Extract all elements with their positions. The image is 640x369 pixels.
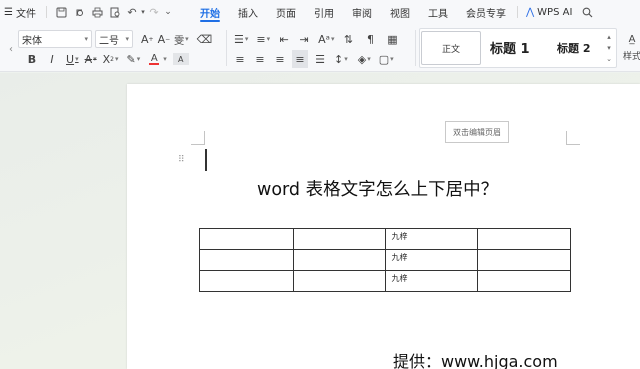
- wps-ai-button[interactable]: ⋀ WPS AI: [520, 7, 578, 18]
- increase-indent-icon[interactable]: ⇥: [296, 30, 312, 48]
- tab-view[interactable]: 视图: [381, 0, 419, 24]
- divider: [45, 6, 47, 18]
- text-cursor: [205, 149, 207, 171]
- print-preview-icon[interactable]: [107, 0, 125, 24]
- divider: [516, 6, 518, 18]
- grow-font-icon[interactable]: A +: [139, 30, 156, 48]
- shading-icon[interactable]: ◈ ▾: [356, 50, 373, 68]
- distributed-icon[interactable]: ☰: [312, 50, 328, 68]
- margin-mark: [566, 131, 580, 145]
- redo-icon[interactable]: ↷: [147, 0, 161, 24]
- table-row: 九梓: [199, 249, 571, 271]
- font-size-value: 二号: [99, 35, 119, 47]
- print-icon[interactable]: [89, 0, 107, 24]
- bold-icon[interactable]: B: [24, 50, 40, 68]
- decrease-indent-icon[interactable]: ⇤: [276, 30, 292, 48]
- table-cell[interactable]: [292, 249, 387, 271]
- tab-member[interactable]: 会员专享: [457, 0, 515, 24]
- font-name-value: 宋体: [22, 35, 42, 47]
- export-icon[interactable]: [71, 0, 89, 24]
- styles-scroll[interactable]: ▴ ▾ ⌄: [604, 32, 614, 65]
- table-cell[interactable]: [477, 228, 571, 250]
- align-right-icon[interactable]: ≡: [272, 50, 288, 68]
- text-direction-icon[interactable]: Aᵃ ▾: [316, 30, 336, 48]
- style-set-label: 样式: [622, 52, 640, 62]
- style-set-button[interactable]: A̲ 样式: [620, 34, 640, 62]
- align-left-icon[interactable]: ≡: [232, 50, 248, 68]
- file-menu[interactable]: ☰ 文件: [0, 0, 40, 24]
- style-heading-2[interactable]: 标题 2: [557, 40, 590, 56]
- table-cell[interactable]: [199, 270, 294, 292]
- table-cell[interactable]: [477, 249, 571, 271]
- document-page[interactable]: [127, 84, 640, 369]
- chevron-down-icon: ▾: [84, 35, 88, 43]
- chevron-down-icon: ▾: [125, 35, 129, 43]
- superscript-icon[interactable]: X 2 ▾: [101, 50, 121, 68]
- phonetic-guide-icon[interactable]: 雯 ▾: [172, 30, 191, 48]
- table-cell[interactable]: [292, 228, 387, 250]
- table-row: 九梓: [199, 228, 571, 250]
- style-set-icon: A̲: [628, 34, 636, 45]
- justify-icon[interactable]: ≡: [292, 50, 308, 68]
- file-menu-label: 文件: [15, 8, 36, 20]
- ai-icon: ⋀: [525, 6, 535, 18]
- tab-references[interactable]: 引用: [305, 0, 343, 24]
- chevron-up-icon[interactable]: ▴: [607, 32, 611, 43]
- table-cell[interactable]: 九梓: [385, 270, 479, 292]
- font-name-select[interactable]: 宋体 ▾: [18, 30, 92, 48]
- undo-icon[interactable]: ↶: [125, 0, 139, 24]
- strikethrough-icon[interactable]: A ▾: [83, 50, 99, 68]
- tab-insert[interactable]: 插入: [229, 0, 267, 24]
- italic-icon[interactable]: I: [44, 50, 60, 68]
- hamburger-icon: ☰: [4, 6, 13, 18]
- ribbon-toolbar: ‹ 宋体 ▾ 二号 ▾ A + A − 雯 ▾ ⌫ B I U ▾ A ▾ X 2 ▾ ✎ ▾ …: [0, 24, 640, 72]
- font-color-icon[interactable]: A: [146, 50, 162, 68]
- divider: [415, 30, 416, 66]
- underline-icon[interactable]: U ▾: [64, 50, 81, 68]
- line-spacing-icon[interactable]: ↕ ▾: [332, 50, 350, 68]
- bullet-list-icon[interactable]: ☰ ▾: [232, 30, 250, 48]
- divider: [226, 30, 227, 66]
- table-cell[interactable]: [199, 228, 294, 250]
- source-watermark: 提供：www.hjga.com: [393, 352, 558, 369]
- more-icon[interactable]: ⌄: [606, 54, 612, 65]
- table-grid-icon[interactable]: ▦: [384, 30, 400, 48]
- edit-header-hint[interactable]: 双击编辑页眉: [445, 121, 509, 143]
- chevron-left-icon[interactable]: ‹: [9, 44, 13, 55]
- table-cell[interactable]: [199, 249, 294, 271]
- margin-mark: [191, 131, 205, 145]
- drag-handle-icon[interactable]: ⠿: [178, 155, 185, 165]
- borders-icon[interactable]: ▢ ▾: [377, 50, 396, 68]
- numbered-list-icon[interactable]: ≡ ▾: [254, 30, 272, 48]
- char-border-icon[interactable]: A: [172, 53, 189, 65]
- clear-format-icon[interactable]: ⌫: [195, 30, 215, 48]
- wps-ai-label: WPS AI: [537, 6, 573, 18]
- chevron-down-icon[interactable]: ▾: [163, 55, 167, 63]
- shrink-font-icon[interactable]: A −: [156, 30, 173, 48]
- style-heading-1[interactable]: 标题 1: [490, 38, 530, 57]
- sort-icon[interactable]: ⇅: [340, 30, 356, 48]
- chevron-down-icon[interactable]: ▾: [607, 43, 611, 54]
- table-row: 九梓: [199, 270, 571, 292]
- table-cell[interactable]: 九梓: [385, 249, 479, 271]
- table-cell[interactable]: 九梓: [385, 228, 479, 250]
- more-dropdown-icon[interactable]: ⌄: [161, 0, 175, 24]
- tab-page[interactable]: 页面: [267, 0, 305, 24]
- document-table[interactable]: 九梓 九梓 九梓: [199, 228, 571, 292]
- show-marks-icon[interactable]: ¶: [362, 30, 378, 48]
- menu-bar: ☰ 文件 ↶ ▾ ↷ ⌄ 开始 插入 页面 引用 审阅 视图 工具 会员专享 ⋀…: [0, 0, 640, 24]
- table-cell[interactable]: [292, 270, 387, 292]
- tab-home[interactable]: 开始: [191, 0, 229, 24]
- save-icon[interactable]: [53, 0, 71, 24]
- highlight-icon[interactable]: ✎ ▾: [125, 50, 143, 68]
- align-center-icon[interactable]: ≡: [252, 50, 268, 68]
- style-normal[interactable]: 正文: [421, 31, 481, 65]
- search-icon[interactable]: [578, 0, 596, 24]
- font-size-select[interactable]: 二号 ▾: [95, 30, 133, 48]
- undo-dropdown-icon[interactable]: ▾: [139, 0, 147, 24]
- document-title[interactable]: word 表格文字怎么上下居中？: [257, 176, 498, 201]
- tab-tools[interactable]: 工具: [419, 0, 457, 24]
- tab-review[interactable]: 审阅: [343, 0, 381, 24]
- table-cell[interactable]: [477, 270, 571, 292]
